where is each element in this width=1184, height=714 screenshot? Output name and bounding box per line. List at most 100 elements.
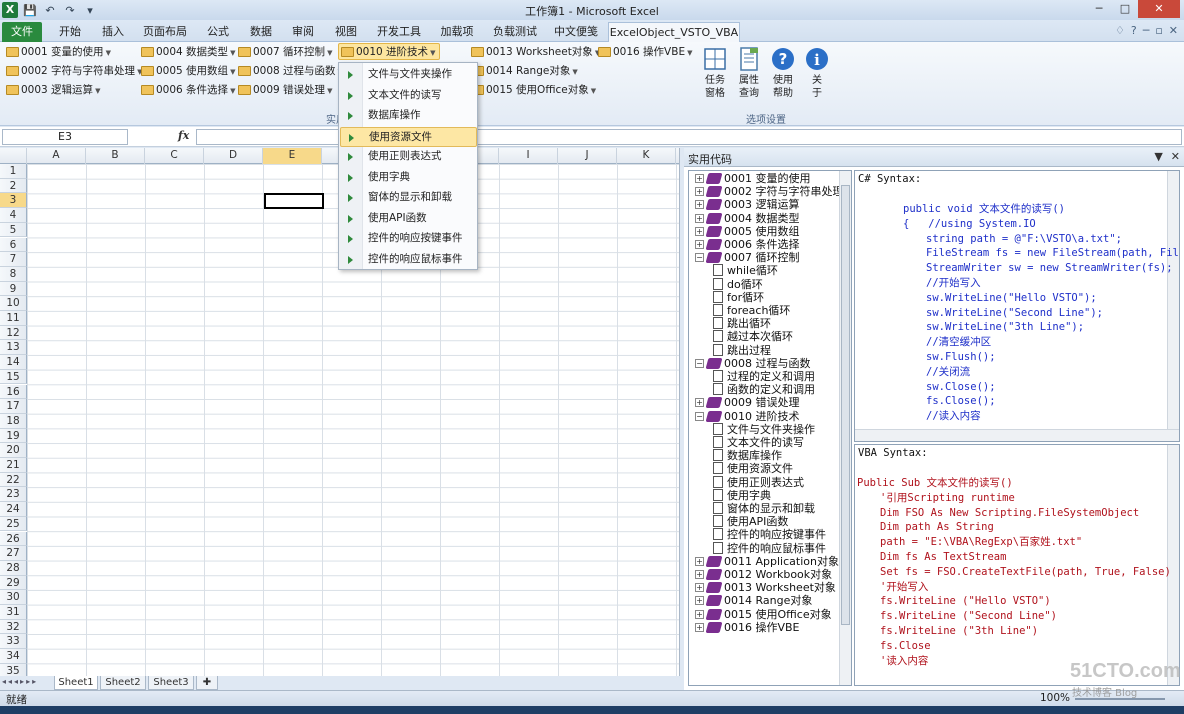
expand-icon[interactable]: + xyxy=(695,609,704,619)
row-header[interactable]: 23 xyxy=(0,487,27,503)
row-header[interactable]: 20 xyxy=(0,443,27,458)
dropdown-item[interactable]: 使用资源文件 xyxy=(340,126,477,147)
row-header[interactable]: 24 xyxy=(0,502,27,517)
expand-icon[interactable]: + xyxy=(695,174,704,183)
ribbon-minimize-icon[interactable]: ♢ xyxy=(1115,24,1125,37)
menu-0007[interactable]: 0007 循环控制 ▼ xyxy=(236,44,332,61)
menu-0008[interactable]: 0008 过程与函数▼ xyxy=(236,63,343,80)
row-header[interactable]: 32 xyxy=(0,619,27,635)
insert-sheet-icon[interactable]: ✚ xyxy=(196,676,218,690)
dropdown-item[interactable]: 控件的响应按键事件 xyxy=(340,229,477,249)
row-header[interactable]: 15 xyxy=(0,369,27,385)
maximize-button[interactable]: □ xyxy=(1112,0,1138,18)
code-tree[interactable]: +0001 变量的使用 +0002 字符与字符串处理 +0003 逻辑运算 +0004… xyxy=(688,170,852,686)
dropdown-item[interactable]: 文件与文件夹操作 xyxy=(340,65,477,85)
row-header[interactable]: 18 xyxy=(0,413,27,429)
menu-0003[interactable]: 0003 逻辑运算 ▼ xyxy=(4,82,100,99)
insert-function-icon[interactable]: fx xyxy=(178,129,189,142)
row-header[interactable]: 10 xyxy=(0,296,27,311)
row-header[interactable]: 26 xyxy=(0,531,27,547)
tab-developer[interactable]: 开发工具 xyxy=(370,22,428,42)
column-header-k[interactable]: K xyxy=(617,148,676,164)
row-header[interactable]: 2 xyxy=(0,178,27,194)
column-header-c[interactable]: C xyxy=(145,148,204,164)
expand-icon[interactable]: + xyxy=(695,583,704,593)
tab-chinese-notes[interactable]: 中文便笺 xyxy=(548,22,604,42)
collapse-icon[interactable]: − xyxy=(695,358,704,368)
csharp-vscroll[interactable] xyxy=(1167,171,1179,429)
tree-scrollbar[interactable] xyxy=(839,171,851,685)
expand-icon[interactable]: + xyxy=(695,200,704,210)
doc-close-button[interactable]: ✕ xyxy=(1169,24,1178,37)
pane-close-icon[interactable]: ✕ xyxy=(1171,150,1180,163)
row-header[interactable]: 33 xyxy=(0,634,27,650)
tab-excelobject-vsto-vba[interactable]: ExcelObject_VSTO_VBA xyxy=(608,22,740,42)
row-header[interactable]: 4 xyxy=(0,208,27,223)
row-header[interactable]: 21 xyxy=(0,458,27,473)
row-header[interactable]: 1 xyxy=(0,164,27,179)
row-header[interactable]: 6 xyxy=(0,237,27,253)
collapse-icon[interactable]: − xyxy=(695,253,704,263)
menu-0001[interactable]: 0001 变量的使用 ▼ xyxy=(4,44,111,61)
dropdown-item[interactable]: 文本文件的读写 xyxy=(340,86,477,106)
row-header[interactable]: 13 xyxy=(0,340,27,356)
row-header[interactable]: 11 xyxy=(0,311,27,326)
tab-addins[interactable]: 加载项 xyxy=(432,22,482,42)
row-header[interactable]: 29 xyxy=(0,575,27,591)
column-header-e[interactable]: E xyxy=(263,148,322,164)
sheet-tab-3[interactable]: Sheet3 xyxy=(148,676,194,690)
menu-0016[interactable]: 0016 操作VBE ▼ xyxy=(596,44,692,61)
row-header[interactable]: 19 xyxy=(0,428,27,444)
menu-0004[interactable]: 0004 数据类型 ▼ xyxy=(139,44,235,61)
active-cell-e3[interactable] xyxy=(264,193,324,209)
row-header[interactable]: 25 xyxy=(0,516,27,532)
row-header[interactable]: 17 xyxy=(0,399,27,414)
expand-icon[interactable]: + xyxy=(695,570,704,579)
column-header-j[interactable]: J xyxy=(558,148,617,164)
row-header[interactable]: 16 xyxy=(0,384,27,400)
menu-0015[interactable]: 0015 使用Office对象 ▼ xyxy=(469,82,596,99)
doc-restore-button[interactable]: ▫ xyxy=(1155,24,1162,37)
row-header[interactable]: 12 xyxy=(0,325,27,341)
select-all-corner[interactable] xyxy=(0,148,27,164)
expand-icon[interactable]: + xyxy=(695,596,704,606)
expand-icon[interactable]: + xyxy=(695,240,704,249)
expand-icon[interactable]: + xyxy=(695,556,704,566)
dropdown-item[interactable]: 使用API函数 xyxy=(340,209,477,229)
tab-load-test[interactable]: 负载测试 xyxy=(486,22,544,42)
about-button[interactable]: i 关于 xyxy=(800,46,834,100)
help-icon[interactable]: ? xyxy=(1131,24,1137,37)
collapse-icon[interactable]: − xyxy=(695,411,704,421)
row-header[interactable]: 35 xyxy=(0,663,27,676)
zoom-level[interactable]: 100% xyxy=(1040,692,1070,704)
tab-page-layout[interactable]: 页面布局 xyxy=(136,22,194,42)
name-box[interactable]: E3 xyxy=(2,129,128,145)
expand-icon[interactable]: + xyxy=(695,226,704,236)
row-header[interactable]: 22 xyxy=(0,472,27,488)
sheet-tab-2[interactable]: Sheet2 xyxy=(100,676,146,690)
tab-formulas[interactable]: 公式 xyxy=(198,22,238,42)
menu-0006[interactable]: 0006 条件选择 ▼ xyxy=(139,82,235,99)
menu-0009[interactable]: 0009 错误处理 ▼ xyxy=(236,82,332,99)
dropdown-item[interactable]: 使用字典 xyxy=(340,168,477,188)
csharp-code-box[interactable]: C# Syntax: public void 文本文件的读写() { //usin… xyxy=(854,170,1180,442)
menu-0010[interactable]: 0010 进阶技术 ▼ xyxy=(338,43,441,60)
tab-data[interactable]: 数据 xyxy=(242,22,280,42)
tab-home[interactable]: 开始 xyxy=(48,22,92,42)
column-header-a[interactable]: A xyxy=(27,148,86,164)
sheet-nav-arrows[interactable]: ◂◂◂▸▸▸ xyxy=(2,677,38,686)
task-pane-button[interactable]: 任务 窗格 xyxy=(698,46,732,100)
menu-0013[interactable]: 0013 Worksheet对象▼ xyxy=(469,44,600,61)
column-header-i[interactable]: I xyxy=(499,148,558,164)
pane-options-icon[interactable]: ▼ xyxy=(1154,150,1162,163)
dropdown-item[interactable]: 控件的响应鼠标事件 xyxy=(340,250,477,270)
expand-icon[interactable]: + xyxy=(695,187,704,197)
row-header[interactable]: 5 xyxy=(0,222,27,238)
row-header[interactable]: 27 xyxy=(0,546,27,561)
row-header[interactable]: 7 xyxy=(0,252,27,267)
row-header[interactable]: 30 xyxy=(0,590,27,605)
property-query-button[interactable]: 属性 查询 xyxy=(732,46,766,100)
dropdown-item[interactable]: 窗体的显示和卸载 xyxy=(340,188,477,208)
row-header[interactable]: 14 xyxy=(0,355,27,370)
expand-icon[interactable]: + xyxy=(695,213,704,223)
